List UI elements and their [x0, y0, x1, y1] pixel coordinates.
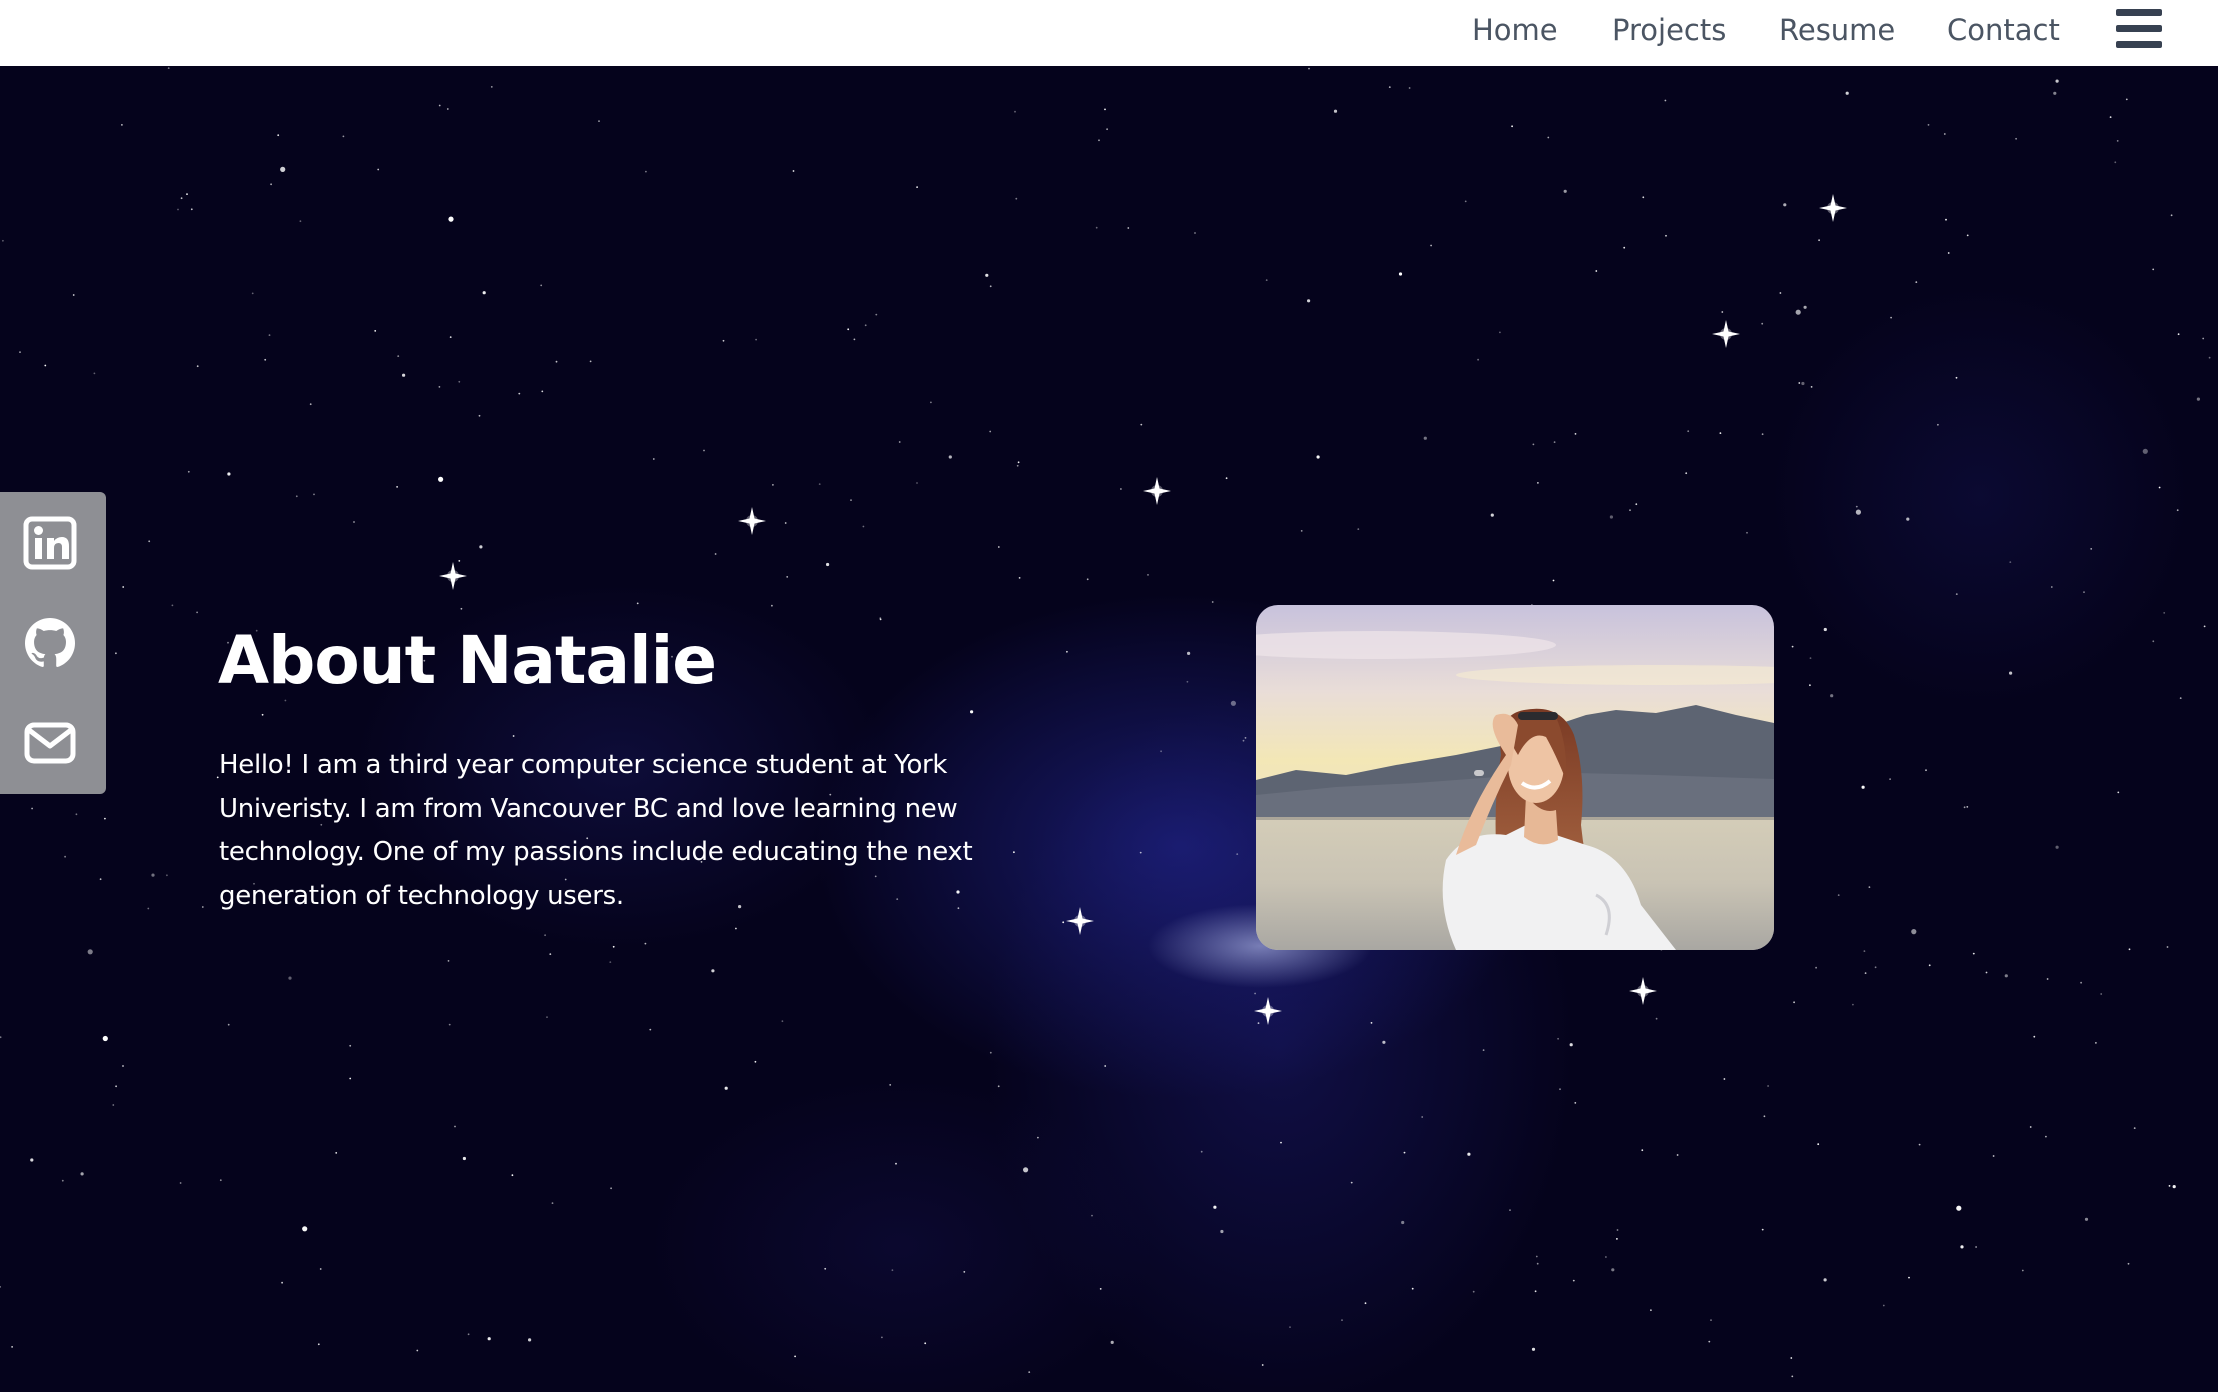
nav-projects-link[interactable]: Projects	[1612, 10, 1726, 50]
linkedin-icon	[23, 516, 77, 570]
email-icon	[24, 722, 76, 764]
nav-home-link[interactable]: Home	[1472, 10, 1558, 50]
hero-section: About Natalie Hello! I am a third year c…	[0, 66, 2218, 1392]
github-link[interactable]	[23, 616, 77, 670]
linkedin-link[interactable]	[23, 516, 77, 570]
hamburger-menu-icon[interactable]	[2114, 6, 2164, 52]
profile-photo	[1256, 605, 1774, 950]
email-link[interactable]	[23, 716, 77, 770]
nav-resume-link[interactable]: Resume	[1779, 10, 1895, 50]
about-paragraph: Hello! I am a third year computer scienc…	[219, 750, 973, 911]
social-sidebar	[0, 492, 106, 794]
nav-contact-link[interactable]: Contact	[1947, 10, 2060, 50]
starfield-background	[0, 67, 2211, 1378]
top-navbar: Home Projects Resume Contact	[0, 0, 2218, 66]
about-title: About Natalie	[218, 622, 717, 699]
github-icon	[25, 618, 75, 667]
